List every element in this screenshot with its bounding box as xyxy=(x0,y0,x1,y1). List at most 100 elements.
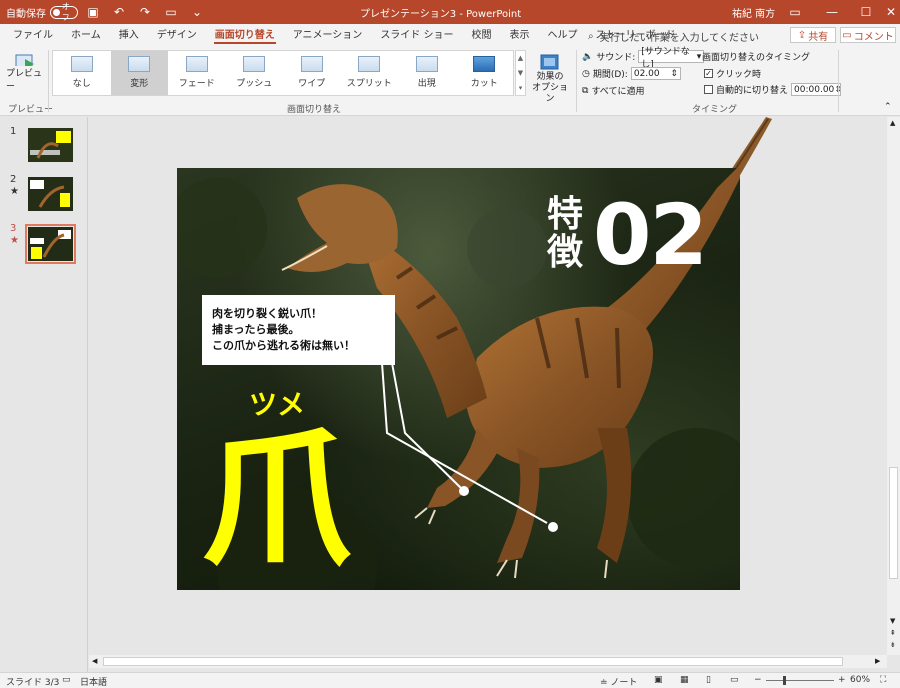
slideshow-view-icon[interactable]: ▭ xyxy=(730,675,739,685)
ribbon-tabs: ファイル ホーム 挿入 デザイン 画面切り替え アニメーション スライド ショー 校閲 表示 ヘル… xyxy=(0,24,900,46)
tab-0[interactable]: ファイル xyxy=(4,26,62,46)
title-bar: 自動保存 オフ ▣ ↶ ↷ ▭ ⌄ プレゼンテーション3 - PowerPoin… xyxy=(0,0,900,24)
horizontal-scroll-thumb[interactable] xyxy=(103,657,843,666)
feature-number[interactable]: 02 xyxy=(593,190,708,280)
transition-item-0[interactable]: なし xyxy=(53,51,111,95)
minimize-icon[interactable]: — xyxy=(815,0,849,24)
share-icon: ⇪ xyxy=(797,29,807,41)
slide-thumbnail-1[interactable] xyxy=(28,128,73,162)
status-bar: スライド 3/3 ▭ 日本語 ≐ ノート ▣ ▦ ▯ ▭ − + 60% ⛶ xyxy=(0,672,900,688)
window-title: プレゼンテーション3 - PowerPoint xyxy=(360,9,522,20)
tell-me-search[interactable]: ⌕ 実行したい作業を入力してください xyxy=(588,29,759,44)
tab-8[interactable]: 表示 xyxy=(501,26,539,46)
transition-item-2[interactable]: フェード xyxy=(168,51,226,95)
undo-icon[interactable]: ↶ xyxy=(108,2,130,22)
scroll-down-icon[interactable]: ▼ xyxy=(518,69,523,77)
comment-label: コメント xyxy=(853,31,894,43)
next-slide-icon[interactable]: ⇟ xyxy=(890,641,896,649)
preview-label: プレビュー xyxy=(6,69,43,92)
ribbon-display-options-icon[interactable]: ▭ xyxy=(778,0,812,24)
callout-line-3: この爪から逃れる術は無い！ xyxy=(212,339,355,352)
spinner-icon[interactable]: ⇕ xyxy=(670,69,678,79)
scroll-up-icon[interactable]: ▲ xyxy=(890,119,895,127)
tab-2[interactable]: 挿入 xyxy=(110,26,148,46)
effect-options-button[interactable]: 効果の オプション xyxy=(530,52,570,105)
big-claw-character[interactable]: 爪 xyxy=(201,420,351,580)
slide-thumbnails-pane: 1 2 ★ 3 ★ xyxy=(0,117,88,672)
notes-button[interactable]: ≐ ノート xyxy=(600,675,637,688)
tab-9[interactable]: ヘルプ xyxy=(539,26,587,46)
transition-item-6[interactable]: 出現 xyxy=(398,51,456,95)
transition-icon xyxy=(300,56,323,72)
preview-icon xyxy=(15,54,34,66)
redo-icon[interactable]: ↷ xyxy=(134,2,156,22)
transition-label: 変形 xyxy=(130,79,149,89)
comment-button[interactable]: ▭ コメント xyxy=(840,27,896,43)
share-button[interactable]: ⇪ 共有 xyxy=(790,27,836,43)
fit-to-window-icon[interactable]: ⛶ xyxy=(880,675,886,685)
sound-value: [サウンドなし] xyxy=(641,46,690,70)
customize-quick-access-icon[interactable]: ⌄ xyxy=(186,2,208,22)
tab-1[interactable]: ホーム xyxy=(62,26,110,46)
zoom-out-icon[interactable]: − xyxy=(754,675,762,685)
preview-button[interactable]: プレビュー xyxy=(6,52,44,92)
user-name[interactable]: 祐紀 南方 xyxy=(732,5,775,20)
slide-thumbnail-3[interactable] xyxy=(25,224,76,264)
callout-text-box[interactable]: 肉を切り裂く鋭い爪！ 捕まったら最後。 この爪から逃れる術は無い！ xyxy=(202,295,395,365)
group-separator xyxy=(838,50,839,112)
transition-item-4[interactable]: ワイプ xyxy=(283,51,341,95)
scroll-up-icon[interactable]: ▲ xyxy=(518,54,523,62)
vertical-scrollbar[interactable]: ▲ ▼ ⇞ ⇟ xyxy=(887,117,900,655)
auto-after-row: 自動的に切り替え 00:00.00⇕ xyxy=(704,83,842,96)
zoom-slider-thumb[interactable] xyxy=(783,676,786,685)
autosave-toggle[interactable]: オフ xyxy=(50,2,78,22)
vertical-scroll-thumb[interactable] xyxy=(889,467,898,579)
effect-options-icon xyxy=(540,54,559,70)
transition-item-7[interactable]: カット xyxy=(456,51,514,95)
zoom-in-icon[interactable]: + xyxy=(838,675,846,685)
transition-item-1[interactable]: 変形 xyxy=(110,51,168,95)
horizontal-scrollbar[interactable]: ◀ ▶ xyxy=(89,655,887,668)
close-icon[interactable]: ✕ xyxy=(874,0,900,24)
duration-field[interactable]: 02.00 ⇕ xyxy=(630,67,681,80)
slide-number: 3 xyxy=(10,223,17,234)
zoom-slider[interactable] xyxy=(766,680,834,681)
slide-thumbnail-2[interactable] xyxy=(28,177,73,211)
tab-4[interactable]: 画面切り替え xyxy=(206,26,284,46)
sound-dropdown[interactable]: [サウンドなし] ▾ xyxy=(638,47,705,70)
tab-7[interactable]: 校閲 xyxy=(463,26,501,46)
transition-item-5[interactable]: スプリット xyxy=(341,51,399,95)
transition-icon xyxy=(473,56,496,72)
accessibility-icon[interactable]: ▭ xyxy=(62,675,71,685)
apply-all-label: すべてに適用 xyxy=(591,87,645,97)
apply-all-button[interactable]: ⧉ すべてに適用 xyxy=(582,84,645,98)
slide-canvas[interactable]: 特 徴 02 肉を切り裂く鋭い爪！ 捕まったら最後。 この爪から逃れる術は無い！… xyxy=(177,168,740,590)
normal-view-icon[interactable]: ▣ xyxy=(654,675,663,685)
feature-char-block[interactable]: 特 徴 xyxy=(547,196,587,272)
gallery-more-icon[interactable]: ▾ xyxy=(519,84,523,92)
gallery-scroll[interactable]: ▲ ▼ ▾ xyxy=(515,50,526,96)
auto-after-checkbox[interactable] xyxy=(704,85,713,94)
reading-view-icon[interactable]: ▯ xyxy=(706,675,711,685)
dropdown-arrow-icon: ▾ xyxy=(696,51,702,62)
scroll-right-icon[interactable]: ▶ xyxy=(875,657,880,665)
previous-slide-icon[interactable]: ⇞ xyxy=(890,629,896,637)
transitions-group-label: 画面切り替え xyxy=(287,105,342,115)
start-slideshow-icon[interactable]: ▭ xyxy=(160,2,182,22)
slide-info: スライド 3/3 xyxy=(6,678,60,688)
scroll-down-icon[interactable]: ▼ xyxy=(890,617,895,625)
collapse-ribbon-icon[interactable]: ⌃ xyxy=(884,102,892,112)
group-separator xyxy=(576,50,577,112)
slide-sorter-icon[interactable]: ▦ xyxy=(680,675,689,685)
tab-6[interactable]: スライド ショー xyxy=(371,26,462,46)
tab-5[interactable]: アニメーション xyxy=(284,26,372,46)
language[interactable]: 日本語 xyxy=(80,675,107,688)
scroll-left-icon[interactable]: ◀ xyxy=(92,657,97,665)
save-icon[interactable]: ▣ xyxy=(82,2,104,22)
on-click-checkbox[interactable]: ✓ xyxy=(704,69,713,78)
tab-3[interactable]: デザイン xyxy=(148,26,206,46)
auto-after-field[interactable]: 00:00.00⇕ xyxy=(791,83,842,96)
transition-item-3[interactable]: プッシュ xyxy=(226,51,284,95)
transition-icon xyxy=(70,56,93,72)
zoom-level[interactable]: 60% xyxy=(850,675,870,685)
